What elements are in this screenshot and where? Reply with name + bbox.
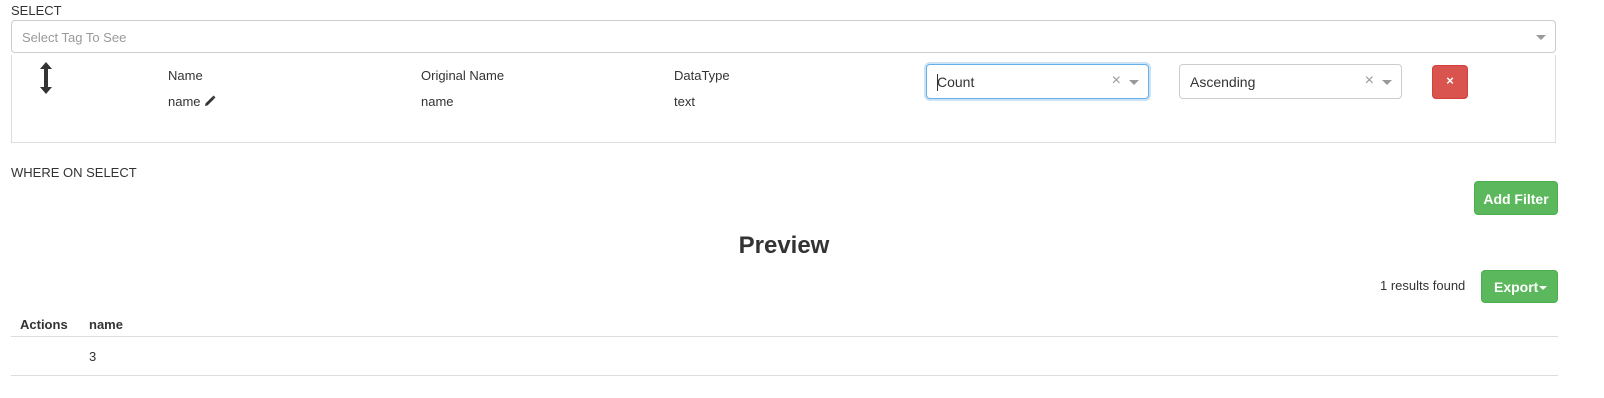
column-name-header: Name bbox=[168, 68, 203, 83]
clear-icon[interactable]: × bbox=[1112, 72, 1121, 90]
aggregate-select[interactable]: Count × bbox=[926, 64, 1149, 99]
results-count: 1 results found bbox=[1380, 278, 1466, 293]
drag-vertical-icon[interactable] bbox=[39, 62, 53, 94]
tag-select-placeholder: Select Tag To See bbox=[22, 30, 127, 45]
chevron-down-icon bbox=[1539, 286, 1547, 290]
select-column-row: Name Original Name DataType name name te… bbox=[11, 55, 1556, 143]
text-cursor bbox=[937, 74, 938, 91]
remove-column-button[interactable]: × bbox=[1432, 65, 1468, 99]
remove-icon: × bbox=[1446, 73, 1454, 88]
table-cell-name: 3 bbox=[89, 349, 97, 364]
add-filter-label: Add Filter bbox=[1483, 191, 1549, 207]
order-select[interactable]: Ascending × bbox=[1179, 64, 1402, 99]
chevron-down-icon[interactable] bbox=[1129, 80, 1139, 85]
column-original-name-header: Original Name bbox=[421, 68, 505, 83]
order-select-value: Ascending bbox=[1190, 74, 1256, 90]
chevron-down-icon[interactable] bbox=[1536, 35, 1546, 40]
table-header-name: name bbox=[89, 317, 123, 332]
table-header-actions: Actions bbox=[20, 317, 68, 332]
column-original-name-value: name bbox=[421, 94, 454, 109]
export-button[interactable]: Export bbox=[1481, 270, 1558, 303]
preview-title: Preview bbox=[738, 232, 830, 259]
where-section-label: WHERE ON SELECT bbox=[11, 165, 137, 180]
column-name-text: name bbox=[168, 94, 201, 109]
table-header-divider bbox=[11, 336, 1558, 337]
clear-icon[interactable]: × bbox=[1365, 72, 1374, 90]
column-name-value[interactable]: name bbox=[168, 94, 216, 109]
aggregate-select-value: Count bbox=[937, 74, 975, 90]
export-label: Export bbox=[1494, 279, 1539, 295]
column-datatype-header: DataType bbox=[674, 68, 730, 83]
table-row-divider bbox=[11, 375, 1558, 376]
add-filter-button[interactable]: Add Filter bbox=[1474, 181, 1558, 215]
chevron-down-icon[interactable] bbox=[1382, 80, 1392, 85]
tag-select-dropdown[interactable]: Select Tag To See bbox=[11, 20, 1556, 53]
pencil-icon[interactable] bbox=[204, 95, 216, 107]
select-section-label: SELECT bbox=[11, 3, 62, 18]
column-datatype-value: text bbox=[674, 94, 695, 109]
